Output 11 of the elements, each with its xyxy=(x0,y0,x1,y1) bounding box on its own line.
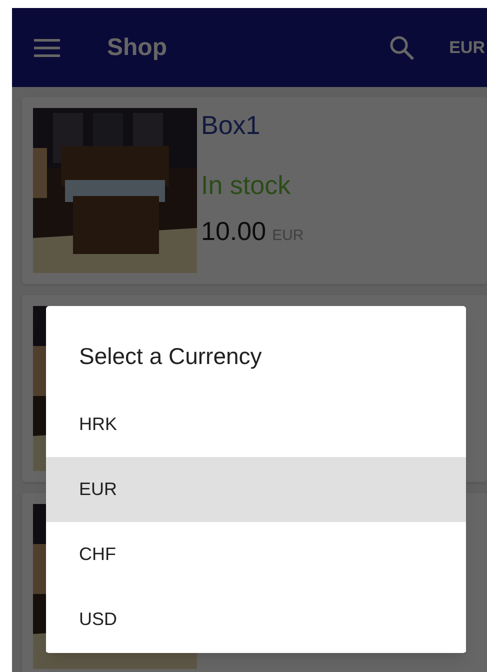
currency-option[interactable]: HRK xyxy=(46,392,466,456)
dialog-title: Select a Currency xyxy=(79,342,262,371)
menu-icon[interactable] xyxy=(34,38,60,58)
product-price: 10.00 xyxy=(201,215,266,248)
toolbar-title: Shop xyxy=(107,32,167,62)
search-icon[interactable] xyxy=(389,34,416,60)
currency-option[interactable]: CHF xyxy=(46,522,466,586)
stock-status: In stock xyxy=(201,169,292,202)
currency-option[interactable]: EUR xyxy=(46,456,466,522)
product-name: Box1 xyxy=(201,109,262,142)
currency-option[interactable]: USD xyxy=(46,586,466,652)
